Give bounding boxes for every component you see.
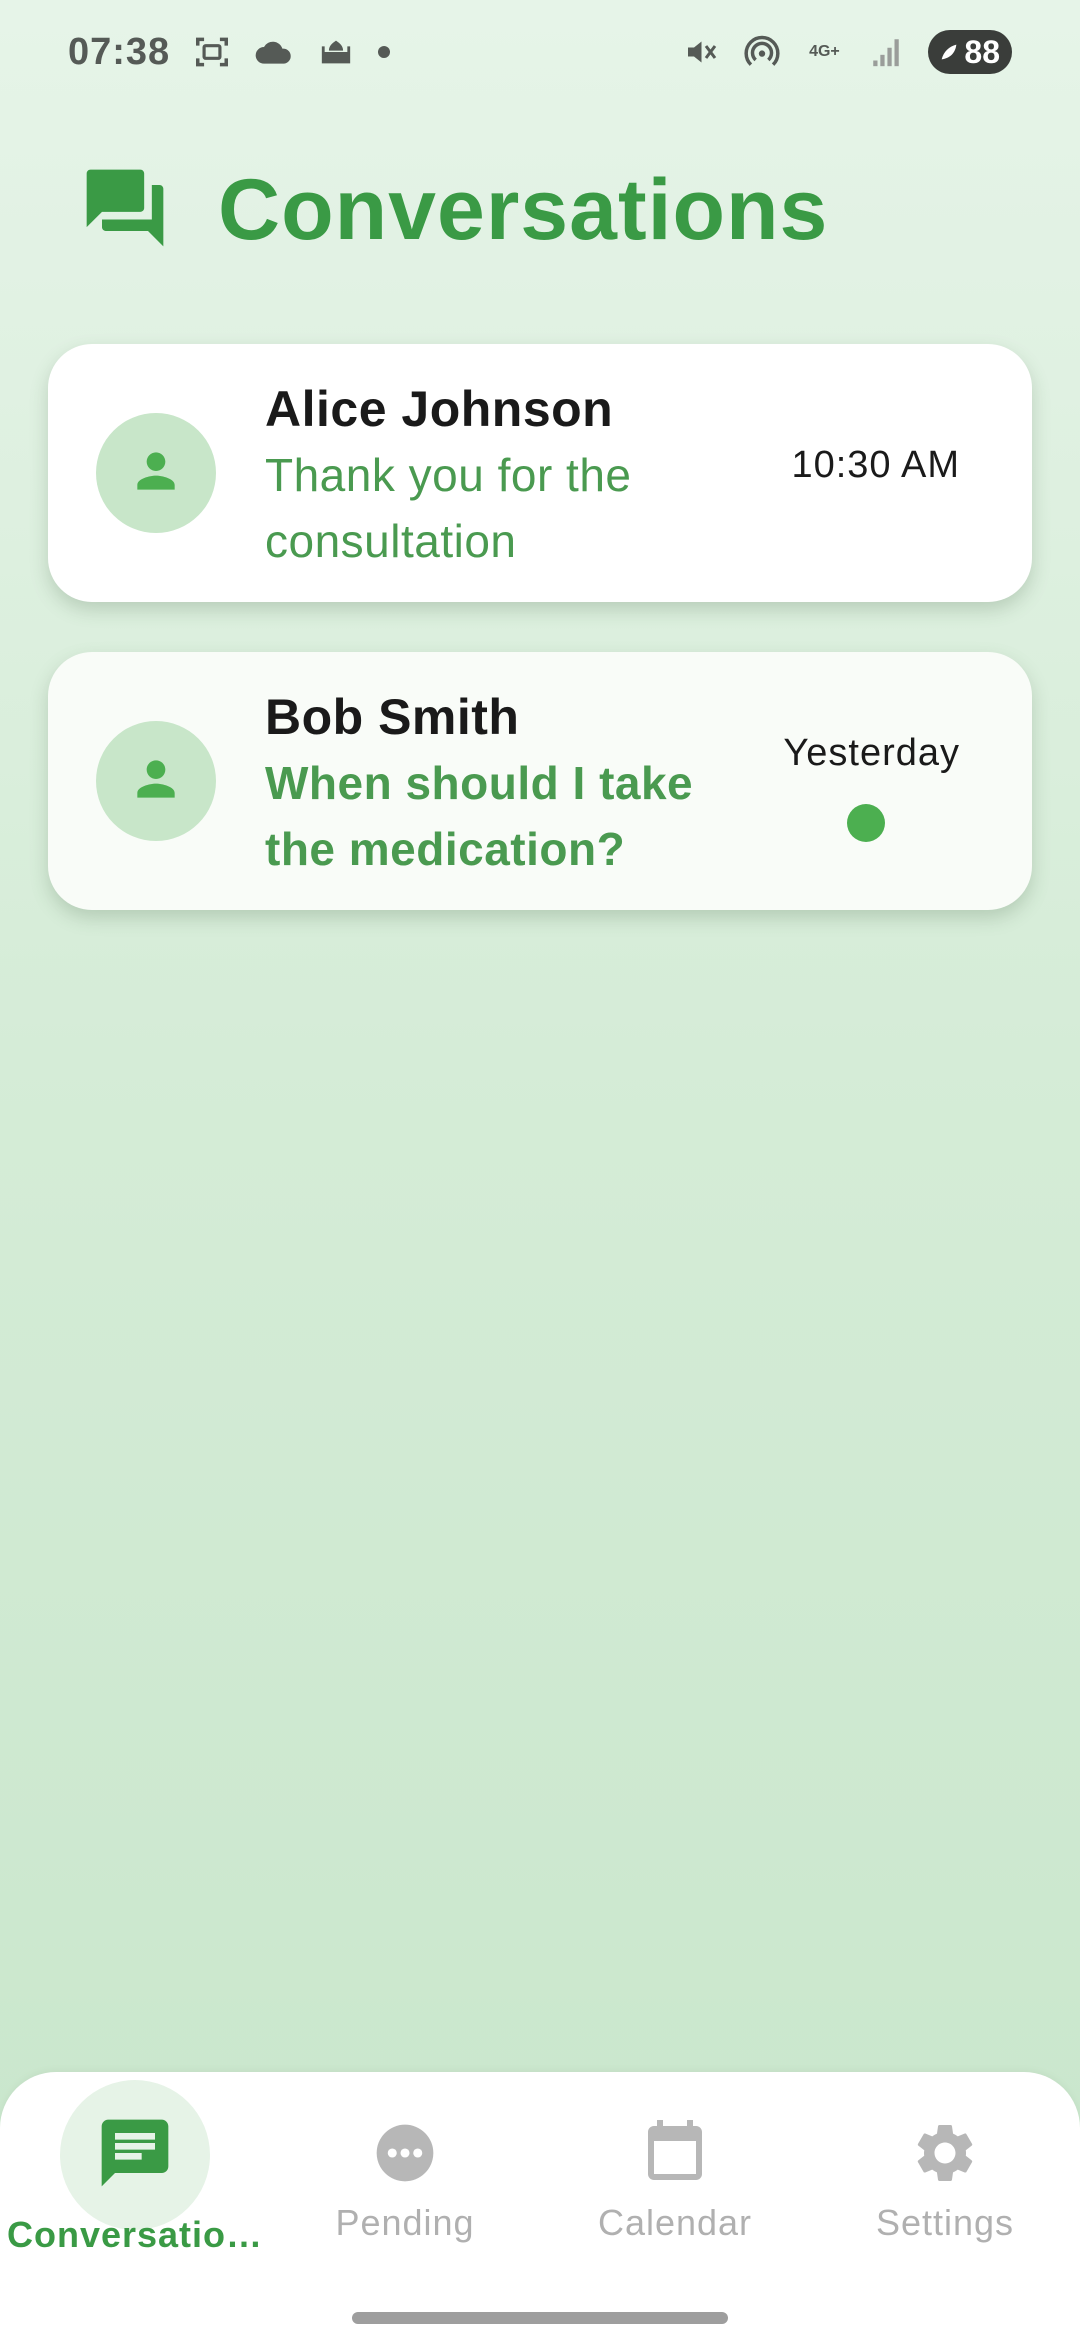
chat-bubbles-icon	[78, 162, 172, 259]
message-time: 10:30 AM	[791, 444, 960, 486]
page-header: Conversations	[78, 160, 828, 260]
calendar-icon	[639, 2117, 711, 2194]
nav-label: Calendar	[597, 2202, 753, 2243]
mosque-icon	[316, 32, 356, 72]
avatar	[96, 413, 216, 533]
last-message: Thank you for the consultation	[265, 449, 632, 567]
last-message: When should I take the medication?	[265, 757, 694, 875]
cloud-icon	[254, 32, 294, 72]
person-icon	[128, 443, 184, 504]
avatar	[96, 721, 216, 841]
nav-icon-container	[60, 2080, 210, 2230]
more-horiz-icon	[371, 2119, 439, 2192]
status-right: 4G+ 88	[680, 30, 1012, 74]
battery-icon: 88	[928, 30, 1012, 74]
status-bar: 07:38 4G+ 88	[0, 0, 1080, 104]
status-time: 07:38	[68, 30, 171, 73]
contact-name: Alice Johnson	[265, 381, 614, 437]
status-left: 07:38	[68, 30, 391, 74]
unread-indicator	[847, 804, 885, 842]
bottom-navigation: Conversatio… Pending Calendar Settings	[0, 2072, 1080, 2340]
message-icon	[95, 2113, 175, 2198]
nav-label: Conversatio…	[6, 2214, 264, 2255]
battery-level: 88	[964, 33, 1000, 70]
nav-item-conversations[interactable]: Conversatio…	[0, 2072, 270, 2272]
conversation-text: Alice Johnson Thank you for the consulta…	[265, 378, 735, 574]
network-label: 4G+	[809, 43, 840, 60]
screenshot-icon	[192, 32, 232, 72]
nav-item-settings[interactable]: Settings	[810, 2072, 1080, 2272]
contact-name: Bob Smith	[265, 689, 520, 745]
person-icon	[128, 751, 184, 812]
gear-icon	[910, 2118, 980, 2193]
network-icon: 4G+	[804, 32, 844, 72]
mute-icon	[680, 32, 720, 72]
conversation-list: Alice Johnson Thank you for the consulta…	[48, 344, 1032, 960]
conversation-text: Bob Smith When should I take the medicat…	[265, 686, 735, 882]
notification-dot	[378, 46, 391, 58]
nav-item-pending[interactable]: Pending	[270, 2072, 540, 2272]
signal-icon	[866, 32, 906, 72]
hotspot-icon	[742, 32, 782, 72]
conversation-item[interactable]: Bob Smith When should I take the medicat…	[48, 652, 1032, 910]
conversation-item[interactable]: Alice Johnson Thank you for the consulta…	[48, 344, 1032, 602]
nav-item-calendar[interactable]: Calendar	[540, 2072, 810, 2272]
nav-label: Settings	[875, 2202, 1015, 2243]
home-indicator[interactable]	[352, 2312, 728, 2324]
page-title: Conversations	[218, 161, 829, 258]
message-time: Yesterday	[783, 732, 960, 774]
nav-label: Pending	[335, 2202, 475, 2243]
